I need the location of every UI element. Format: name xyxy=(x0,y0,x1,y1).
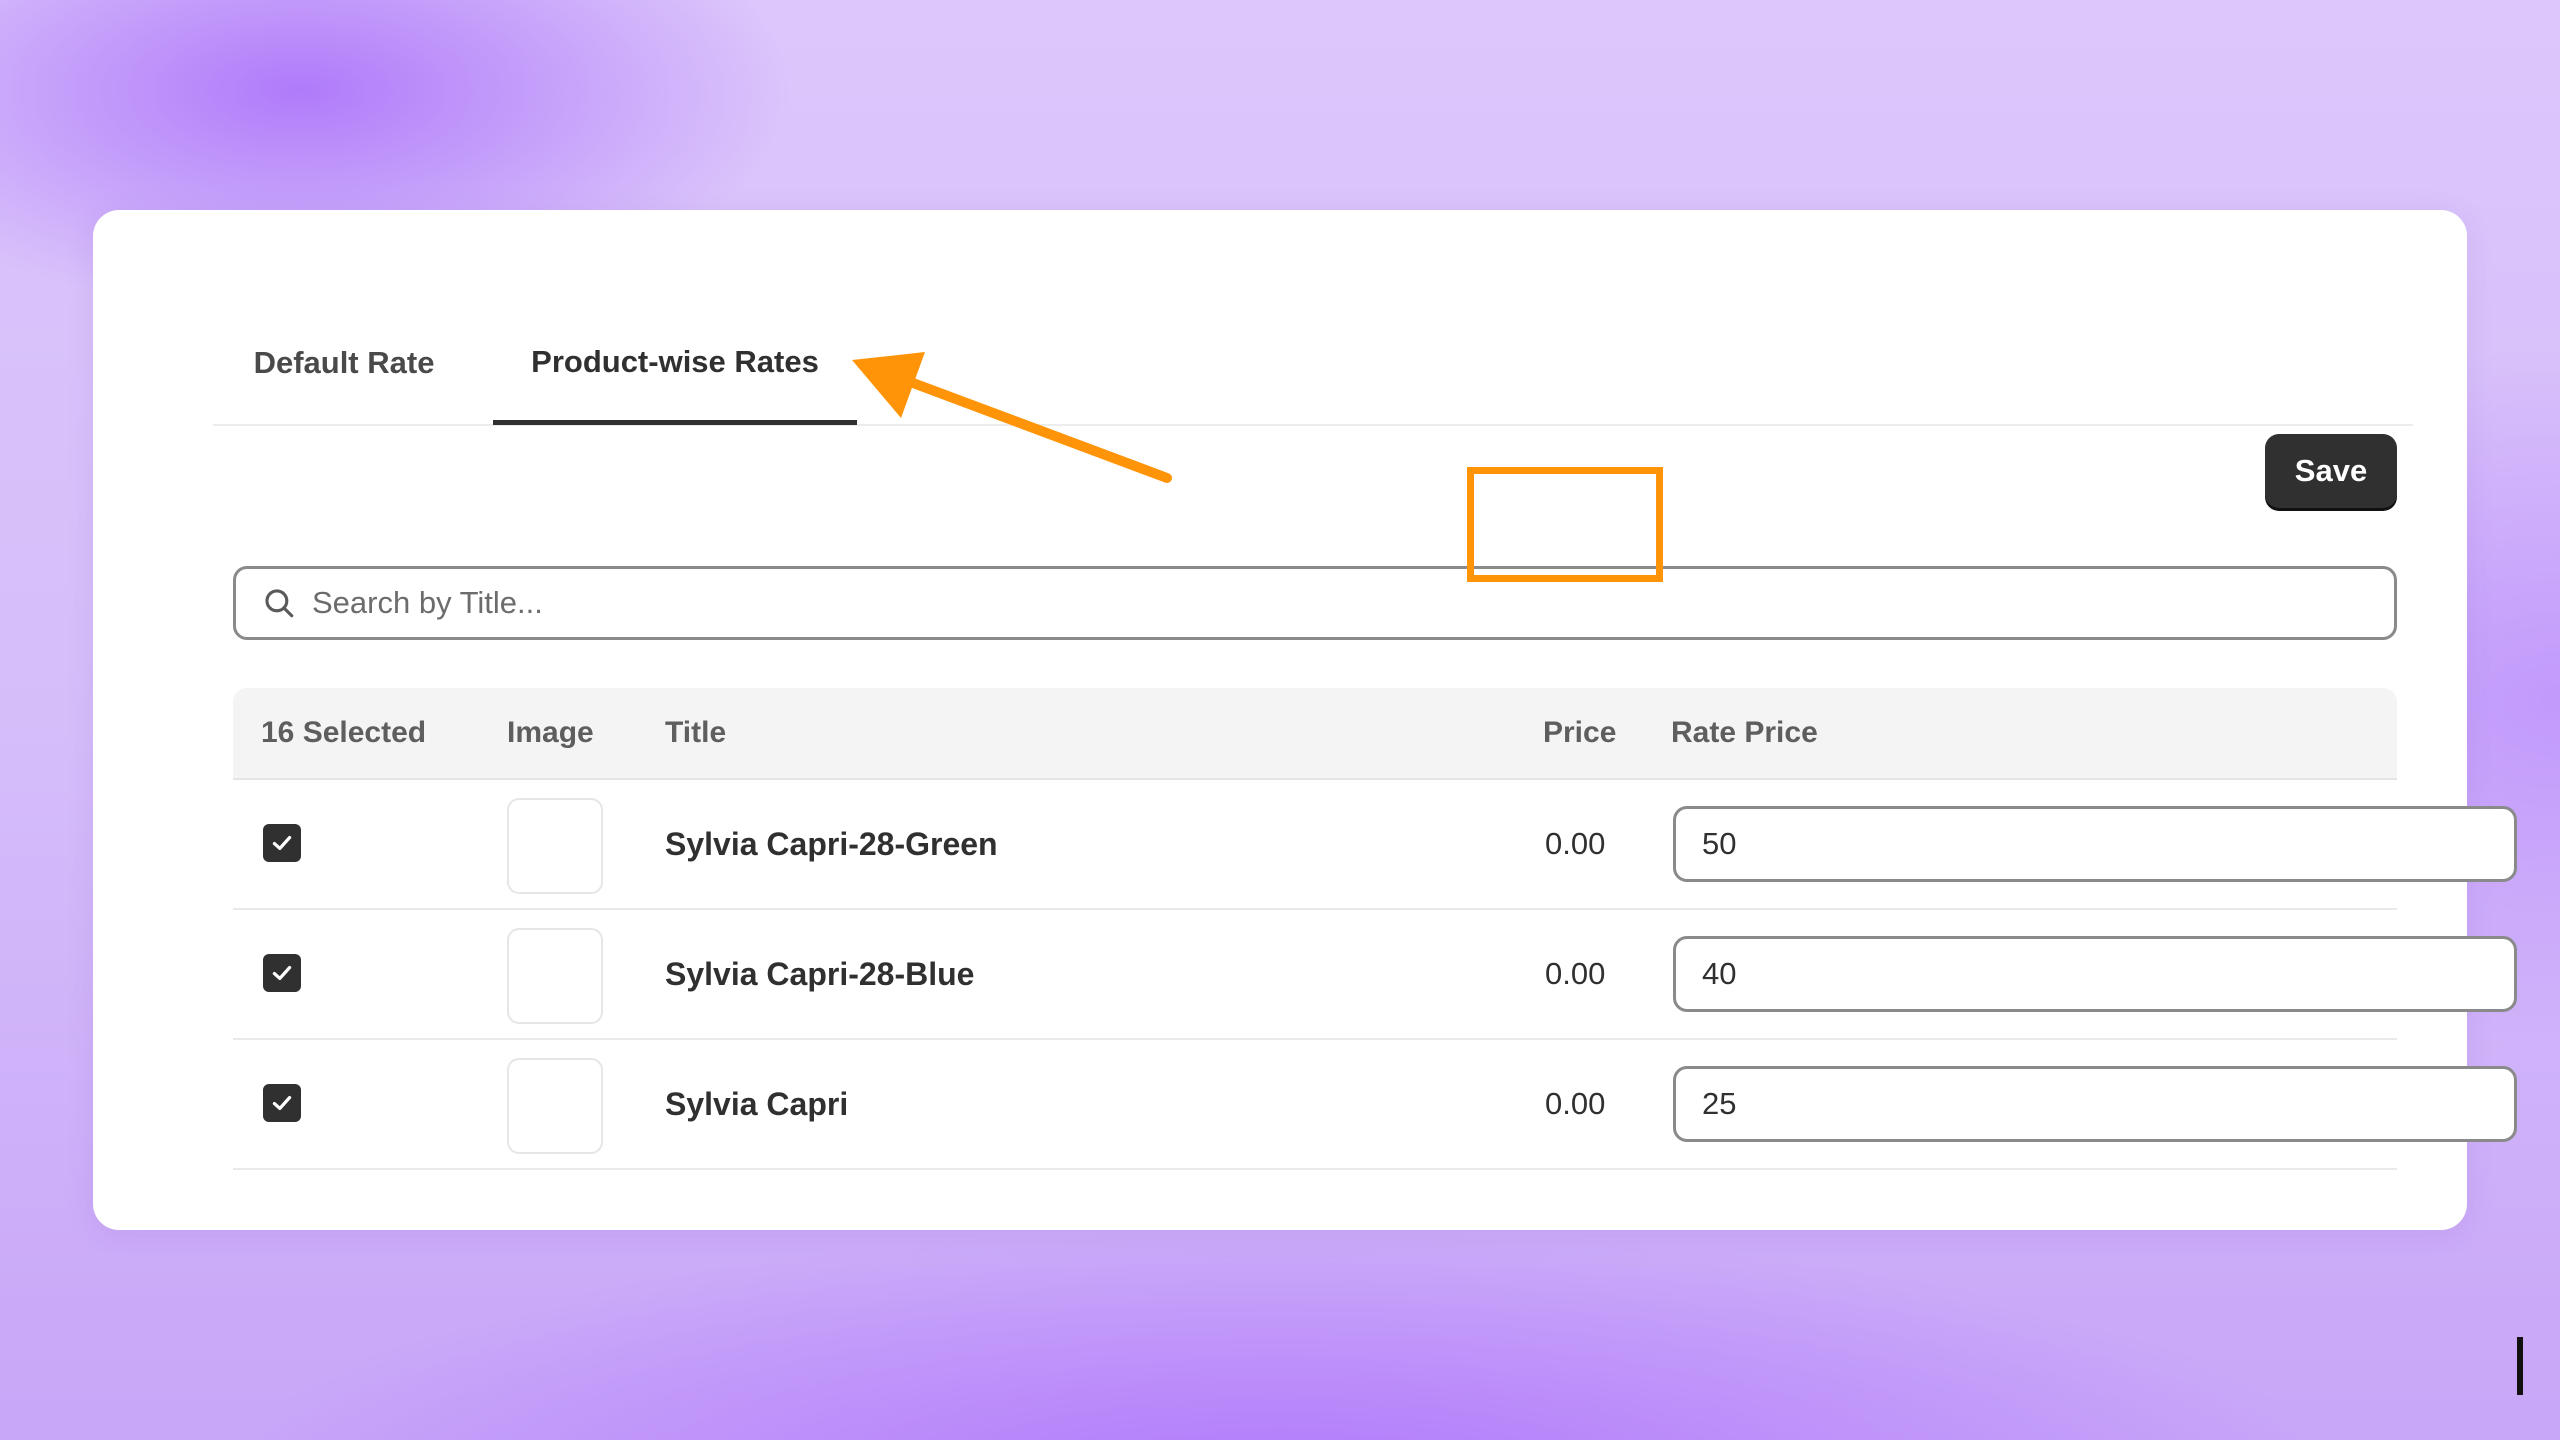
row-checkbox[interactable] xyxy=(263,954,301,992)
checkmark-icon xyxy=(272,1095,292,1111)
rate-tabs: Default Rate Product-wise Rates xyxy=(213,304,2413,426)
search-field[interactable] xyxy=(233,566,2397,640)
tab-product-wise-rates[interactable]: Product-wise Rates xyxy=(493,304,857,425)
checkmark-icon xyxy=(272,965,292,981)
rates-card: Default Rate Product-wise Rates Save 16 … xyxy=(93,210,2523,1395)
rate-price-column-header: Rate Price xyxy=(1671,716,1818,749)
rate-price-input[interactable] xyxy=(1673,1066,2517,1142)
product-image-placeholder xyxy=(507,798,603,894)
price-column-header: Price xyxy=(1543,716,1617,749)
product-title: Sylvia Capri-28-Green xyxy=(665,825,998,862)
product-price: 0.00 xyxy=(1545,826,1606,861)
product-price: 0.00 xyxy=(1545,1086,1606,1121)
table-row: Sylvia Capri-28-Green 0.00 xyxy=(233,780,2517,910)
product-price: 0.00 xyxy=(1545,956,1606,991)
product-title: Sylvia Capri-28-Blue xyxy=(665,955,975,992)
rate-price-input[interactable] xyxy=(1673,936,2517,1012)
rate-price-input[interactable] xyxy=(1673,806,2517,882)
row-checkbox[interactable] xyxy=(263,824,301,862)
title-column-header: Title xyxy=(665,716,727,749)
search-input[interactable] xyxy=(310,584,2214,622)
search-icon xyxy=(265,589,294,618)
table-header: 16 Selected Image Title Price Rate Price xyxy=(233,688,2397,780)
checkmark-icon xyxy=(272,835,292,851)
row-checkbox[interactable] xyxy=(263,1084,301,1122)
product-title: Sylvia Capri xyxy=(665,1085,849,1122)
table-row: Sylvia Capri-28-Blue 0.00 xyxy=(233,910,2517,1040)
product-image-placeholder xyxy=(507,1058,603,1154)
save-button[interactable]: Save xyxy=(2265,434,2397,508)
image-column-header: Image xyxy=(507,716,594,749)
table-row: Sylvia Capri 0.00 xyxy=(233,1040,2517,1170)
product-image-placeholder xyxy=(507,928,603,1024)
tab-default-rate[interactable]: Default Rate xyxy=(213,304,475,422)
selected-count-header: 16 Selected xyxy=(261,716,427,749)
text-cursor xyxy=(2517,1337,2523,1395)
